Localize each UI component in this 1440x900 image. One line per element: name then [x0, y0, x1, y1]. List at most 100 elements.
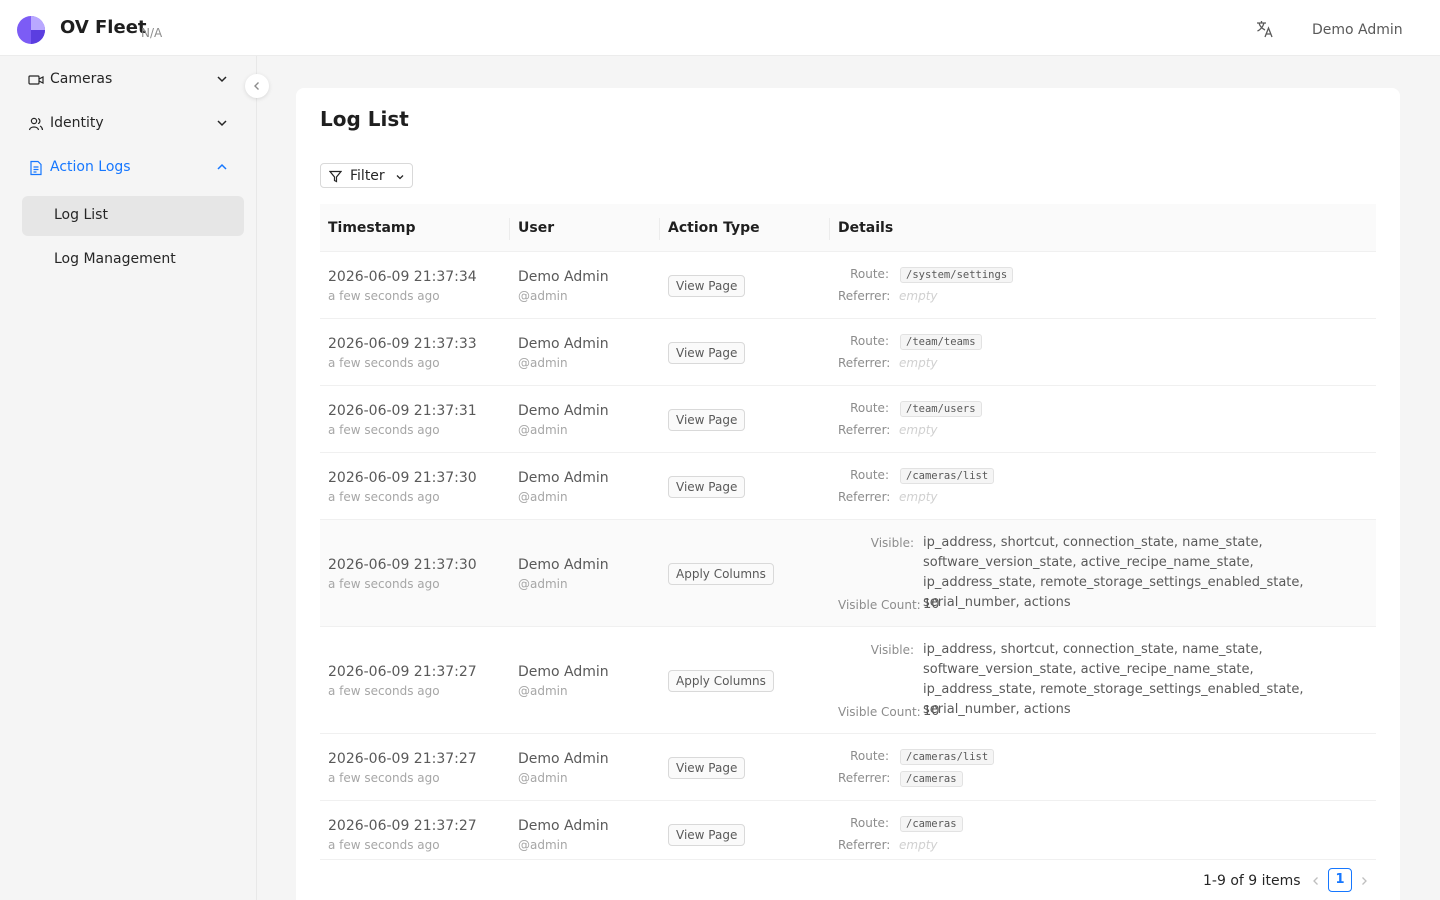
action-type-tag: View Page: [668, 824, 746, 846]
row-relative-time: a few seconds ago: [328, 423, 440, 437]
referrer-empty: empty: [899, 289, 938, 303]
visible-count-label: Visible Count:: [838, 598, 921, 612]
row-user-name: Demo Admin: [518, 336, 609, 352]
sidebar-subitem-log-list[interactable]: Log List: [22, 196, 244, 236]
row-user-handle: @admin: [518, 577, 568, 591]
referrer-value: /cameras: [900, 771, 963, 787]
column-divider: [659, 218, 660, 240]
table-row[interactable]: 2026-06-09 21:37:27 a few seconds ago De…: [320, 734, 1376, 801]
row-user-handle: @admin: [518, 289, 568, 303]
row-timestamp: 2026-06-09 21:37:33: [328, 336, 477, 352]
row-user-handle: @admin: [518, 423, 568, 437]
row-relative-time: a few seconds ago: [328, 356, 440, 370]
column-header-action-type[interactable]: Action Type: [668, 220, 760, 236]
app-title: OV Fleet: [60, 17, 147, 38]
route-label: Route:: [850, 816, 889, 830]
route-value: /cameras/list: [900, 468, 995, 484]
chevron-right-icon[interactable]: [1358, 875, 1370, 887]
column-header-timestamp[interactable]: Timestamp: [328, 220, 416, 236]
route-label: Route:: [850, 401, 889, 415]
table-row[interactable]: 2026-06-09 21:37:33 a few seconds ago De…: [320, 319, 1376, 386]
current-user-name[interactable]: Demo Admin: [1312, 22, 1403, 38]
visible-label: Visible:: [870, 643, 914, 657]
referrer-label: Referrer:: [838, 423, 891, 437]
app-logo-icon[interactable]: [16, 15, 46, 45]
route-label: Route:: [850, 334, 889, 348]
route-value: /cameras/list: [900, 749, 995, 765]
filter-button[interactable]: Filter: [320, 163, 413, 188]
pagination-total: 1-9 of 9 items: [1203, 873, 1301, 889]
users-icon: [28, 117, 44, 131]
pagination-page-button[interactable]: 1: [1328, 868, 1352, 892]
row-user-handle: @admin: [518, 356, 568, 370]
row-relative-time: a few seconds ago: [328, 838, 440, 852]
sidebar-item-cameras[interactable]: Cameras: [22, 60, 244, 100]
referrer-empty: empty: [899, 838, 938, 852]
route-value: /system/settings: [900, 267, 1014, 283]
route-label: Route:: [850, 749, 889, 763]
top-header: OV Fleet N/A Demo Admin: [0, 0, 1440, 56]
table-header: Timestamp User Action Type Details: [320, 204, 1376, 252]
visible-count-value: 10: [923, 704, 940, 719]
row-timestamp: 2026-06-09 21:37:27: [328, 751, 477, 767]
action-type-tag: View Page: [668, 409, 746, 431]
row-user-handle: @admin: [518, 684, 568, 698]
translate-icon[interactable]: [1255, 19, 1275, 39]
column-header-user[interactable]: User: [518, 220, 554, 236]
visible-count-label: Visible Count:: [838, 705, 921, 719]
route-value: /team/users: [900, 401, 982, 417]
table-row[interactable]: 2026-06-09 21:37:27 a few seconds ago De…: [320, 627, 1376, 734]
column-divider: [829, 218, 830, 240]
row-user-name: Demo Admin: [518, 751, 609, 767]
action-type-tag: Apply Columns: [668, 670, 774, 692]
app-subtitle: N/A: [141, 26, 163, 40]
table-row[interactable]: 2026-06-09 21:37:31 a few seconds ago De…: [320, 386, 1376, 453]
pagination: 1-9 of 9 items 1: [296, 868, 1400, 894]
visible-label: Visible:: [870, 536, 914, 550]
chevron-down-icon: [396, 175, 404, 180]
log-list-card: Log List Filter Timestamp User Action Ty…: [296, 88, 1400, 900]
sidebar-collapse-button[interactable]: [245, 74, 269, 98]
sidebar-item-action-logs[interactable]: Action Logs: [22, 148, 244, 188]
row-timestamp: 2026-06-09 21:37:30: [328, 557, 477, 573]
referrer-empty: empty: [899, 356, 938, 370]
referrer-label: Referrer:: [838, 356, 891, 370]
referrer-empty: empty: [899, 423, 938, 437]
referrer-label: Referrer:: [838, 771, 891, 785]
sidebar-item-label: Cameras: [50, 71, 113, 87]
sidebar: Cameras Identity Action Logs Log List Lo…: [0, 56, 257, 900]
file-text-icon: [30, 160, 42, 176]
referrer-label: Referrer:: [838, 289, 891, 303]
row-timestamp: 2026-06-09 21:37:31: [328, 403, 477, 419]
sidebar-subitem-log-management[interactable]: Log Management: [22, 240, 244, 280]
chevron-down-icon: [217, 76, 227, 83]
table-row[interactable]: 2026-06-09 21:37:27 a few seconds ago De…: [320, 801, 1376, 860]
row-user-name: Demo Admin: [518, 557, 609, 573]
filter-icon: [329, 170, 342, 183]
row-timestamp: 2026-06-09 21:37:30: [328, 470, 477, 486]
chevron-up-icon: [217, 163, 227, 170]
row-timestamp: 2026-06-09 21:37:27: [328, 818, 477, 834]
action-type-tag: View Page: [668, 476, 746, 498]
row-timestamp: 2026-06-09 21:37:27: [328, 664, 477, 680]
filter-label: Filter: [350, 168, 385, 184]
table-row[interactable]: 2026-06-09 21:37:30 a few seconds ago De…: [320, 453, 1376, 520]
log-table: Timestamp User Action Type Details 2026-…: [320, 204, 1376, 860]
page-title: Log List: [320, 107, 409, 131]
sidebar-item-identity[interactable]: Identity: [22, 104, 244, 144]
action-type-tag: View Page: [668, 275, 746, 297]
chevron-left-icon[interactable]: [1310, 875, 1322, 887]
visible-columns-value: ip_address, shortcut, connection_state, …: [923, 642, 1304, 717]
action-type-tag: View Page: [668, 757, 746, 779]
row-relative-time: a few seconds ago: [328, 771, 440, 785]
action-type-tag: Apply Columns: [668, 563, 774, 585]
row-user-handle: @admin: [518, 771, 568, 785]
table-row[interactable]: 2026-06-09 21:37:30 a few seconds ago De…: [320, 520, 1376, 627]
column-header-details[interactable]: Details: [838, 220, 893, 236]
table-row[interactable]: 2026-06-09 21:37:34 a few seconds ago De…: [320, 252, 1376, 319]
row-user-handle: @admin: [518, 838, 568, 852]
visible-count-value: 10: [923, 597, 940, 612]
row-user-name: Demo Admin: [518, 470, 609, 486]
chevron-left-icon: [254, 82, 259, 90]
referrer-empty: empty: [899, 490, 938, 504]
